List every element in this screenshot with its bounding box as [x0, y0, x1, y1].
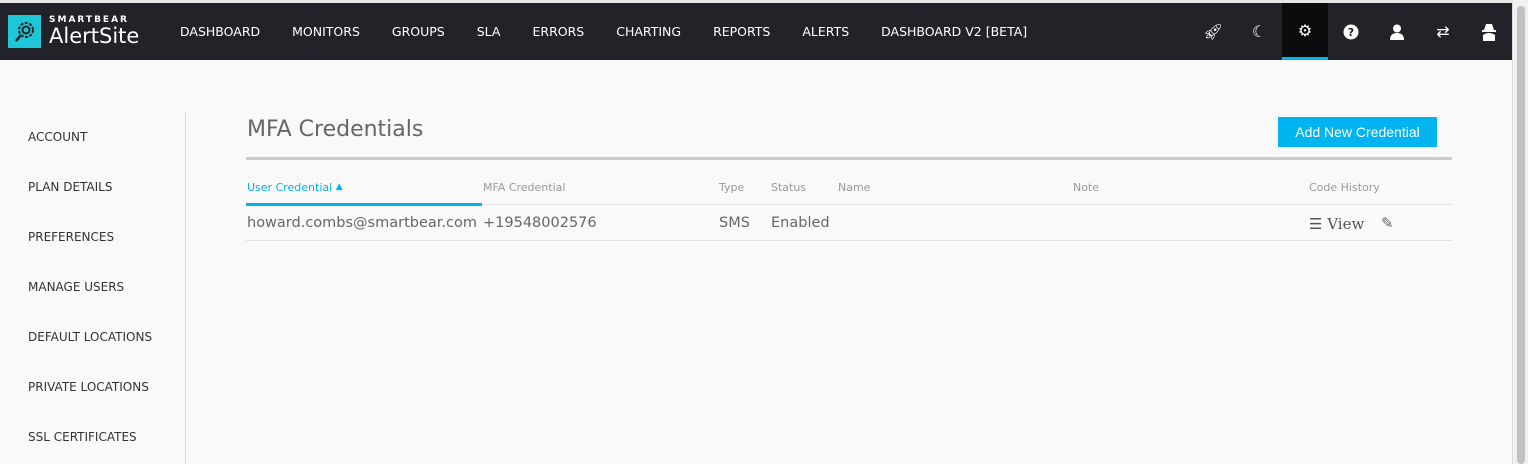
sidebar-item-account[interactable]: ACCOUNT: [28, 130, 87, 144]
cell-type: SMS: [719, 215, 750, 231]
nav-groups[interactable]: GROUPS: [392, 24, 445, 39]
column-header-code-history: Code History: [1309, 181, 1380, 194]
spy-icon[interactable]: [1466, 3, 1512, 60]
nav-monitors[interactable]: MONITORS: [292, 24, 360, 39]
column-header-note[interactable]: Note: [1073, 181, 1099, 194]
top-nav: SMARTBEAR AlertSite DASHBOARD MONITORS G…: [0, 3, 1512, 60]
logo-gear-search-icon: [8, 15, 41, 48]
sidebar-item-default-locations[interactable]: DEFAULT LOCATIONS: [28, 330, 152, 344]
user-icon[interactable]: [1374, 3, 1420, 60]
sidebar: ACCOUNT PLAN DETAILS PREFERENCES MANAGE …: [0, 112, 186, 464]
vertical-scrollbar[interactable]: [1512, 0, 1528, 464]
column-header-name[interactable]: Name: [838, 181, 870, 194]
view-label: View: [1327, 215, 1365, 233]
gear-icon[interactable]: ⚙: [1282, 3, 1328, 60]
rocket-icon[interactable]: 🚀︎: [1190, 3, 1236, 60]
nav-sla[interactable]: SLA: [477, 24, 501, 39]
page-title: MFA Credentials: [247, 117, 424, 142]
alertsite-logo[interactable]: SMARTBEAR AlertSite: [8, 15, 180, 48]
nav-dashboard-v2[interactable]: DASHBOARD V2 [BETA]: [881, 24, 1027, 39]
cell-user-credential: howard.combs@smartbear.com: [247, 215, 477, 231]
title-divider: [246, 157, 1452, 160]
nav-reports[interactable]: REPORTS: [713, 24, 770, 39]
moon-icon[interactable]: ☾: [1236, 3, 1282, 60]
edit-pencil-icon[interactable]: ✎: [1381, 214, 1394, 232]
nav-dashboard[interactable]: DASHBOARD: [180, 24, 260, 39]
header-label: User Credential: [247, 181, 333, 194]
list-icon: ☰: [1309, 215, 1323, 233]
sort-asc-icon: ▲: [335, 182, 343, 192]
add-new-credential-button[interactable]: Add New Credential: [1278, 117, 1437, 147]
logo-alertsite: AlertSite: [49, 24, 140, 48]
sidebar-item-plan-details[interactable]: PLAN DETAILS: [28, 180, 112, 194]
nav-charting[interactable]: CHARTING: [616, 24, 681, 39]
view-code-history-link[interactable]: ☰ View: [1309, 215, 1364, 233]
svg-text:?: ?: [1348, 26, 1354, 39]
cell-mfa-credential: +19548002576: [483, 215, 597, 231]
cell-status: Enabled: [771, 215, 830, 231]
sidebar-item-ssl-certificates[interactable]: SSL CERTIFICATES: [28, 430, 137, 444]
nav-errors[interactable]: ERRORS: [533, 24, 585, 39]
nav-alerts[interactable]: ALERTS: [802, 24, 849, 39]
column-header-user-credential[interactable]: User Credential ▲: [247, 181, 343, 194]
switch-arrows-icon[interactable]: ⇄: [1420, 3, 1466, 60]
scrollbar-thumb[interactable]: [1517, 6, 1525, 464]
column-header-status[interactable]: Status: [771, 181, 806, 194]
help-icon[interactable]: ?: [1328, 3, 1374, 60]
sidebar-item-manage-users[interactable]: MANAGE USERS: [28, 280, 124, 294]
row-divider: [246, 240, 1452, 241]
sorted-column-indicator: [246, 203, 482, 206]
column-header-mfa-credential[interactable]: MFA Credential: [483, 181, 565, 194]
sidebar-item-private-locations[interactable]: PRIVATE LOCATIONS: [28, 380, 149, 394]
sidebar-item-preferences[interactable]: PREFERENCES: [28, 230, 114, 244]
column-header-type[interactable]: Type: [719, 181, 744, 194]
